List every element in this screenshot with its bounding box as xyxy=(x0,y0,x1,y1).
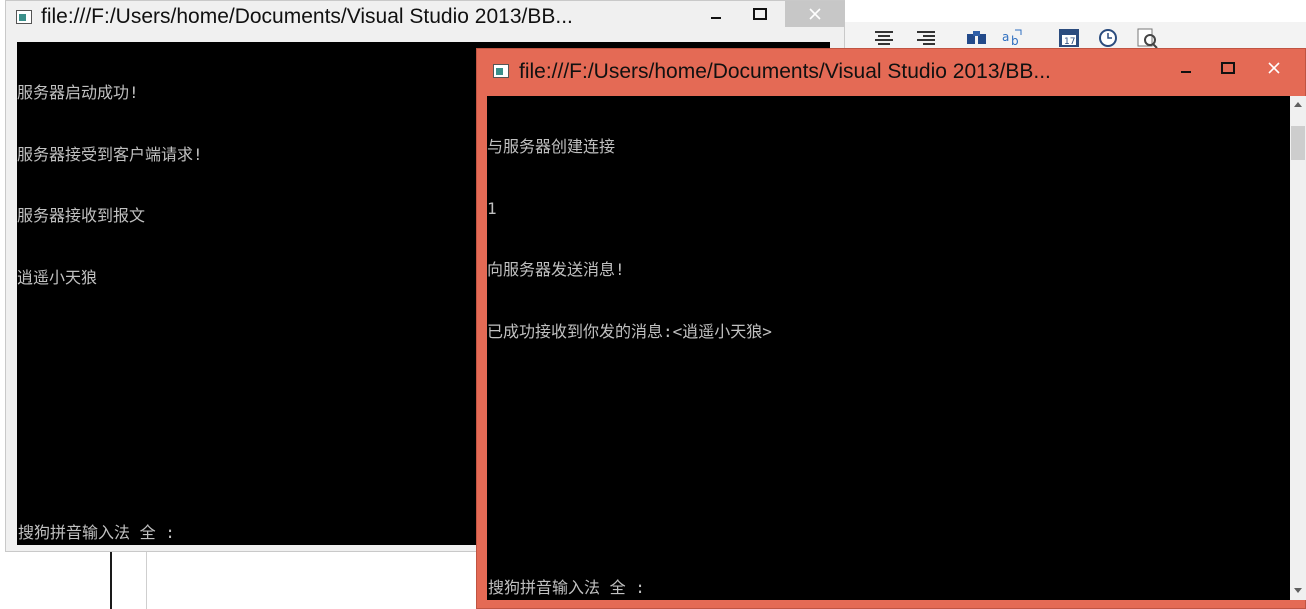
chevron-up-icon xyxy=(1294,102,1302,107)
align-right-icon[interactable] xyxy=(915,27,937,47)
ime-status: 搜狗拼音输入法 全 : xyxy=(18,522,175,542)
console-app-icon[interactable] xyxy=(493,64,509,78)
ime-status: 搜狗拼音输入法 全 : xyxy=(488,577,645,597)
console-line: 已成功接收到你发的消息:<逍遥小天狼> xyxy=(487,321,772,341)
find-icon[interactable] xyxy=(965,27,987,47)
align-center-icon[interactable] xyxy=(873,27,895,47)
close-button[interactable] xyxy=(1251,55,1297,81)
maximize-button[interactable] xyxy=(1205,55,1251,81)
client-console-output[interactable]: 与服务器创建连接 1 向服务器发送消息! 已成功接收到你发的消息:<逍遥小天狼>… xyxy=(487,96,1290,600)
chevron-down-icon xyxy=(1294,588,1302,593)
calendar-icon[interactable]: 17 xyxy=(1057,27,1079,47)
console-line: 与服务器创建连接 xyxy=(487,137,616,156)
client-title-bar[interactable]: file:///F:/Users/home/Documents/Visual S… xyxy=(477,49,1305,85)
close-button[interactable] xyxy=(785,1,845,27)
maximize-icon xyxy=(753,8,767,20)
svg-text:a: a xyxy=(1002,30,1009,44)
close-icon xyxy=(809,8,821,20)
server-window-title: file:///F:/Users/home/Documents/Visual S… xyxy=(41,5,573,28)
svg-text:b: b xyxy=(1011,34,1019,47)
svg-text:17: 17 xyxy=(1064,37,1075,47)
console-line: 1 xyxy=(487,198,497,218)
zoom-icon[interactable] xyxy=(1135,27,1158,49)
client-window-title: file:///F:/Users/home/Documents/Visual S… xyxy=(519,60,1051,83)
close-icon xyxy=(1268,62,1280,74)
maximize-button[interactable] xyxy=(737,1,783,27)
minimize-button[interactable] xyxy=(1163,55,1209,81)
minimize-icon xyxy=(1181,71,1191,73)
ide-splitter xyxy=(110,548,112,609)
client-console-window[interactable]: file:///F:/Users/home/Documents/Visual S… xyxy=(476,48,1306,609)
scroll-up-button[interactable] xyxy=(1290,96,1306,113)
console-line: 向服务器发送消息! xyxy=(487,260,625,279)
maximize-icon xyxy=(1221,62,1235,74)
ide-panel-edge xyxy=(146,548,147,609)
server-title-bar[interactable]: file:///F:/Users/home/Documents/Visual S… xyxy=(6,1,845,37)
console-app-icon[interactable] xyxy=(16,10,32,24)
clock-icon[interactable] xyxy=(1097,27,1119,47)
vertical-scrollbar[interactable] xyxy=(1290,96,1306,600)
scroll-down-button[interactable] xyxy=(1290,583,1306,600)
scroll-thumb[interactable] xyxy=(1291,126,1305,160)
minimize-button[interactable] xyxy=(693,1,739,27)
minimize-icon xyxy=(711,17,721,19)
replace-icon[interactable]: ab xyxy=(1001,27,1023,48)
